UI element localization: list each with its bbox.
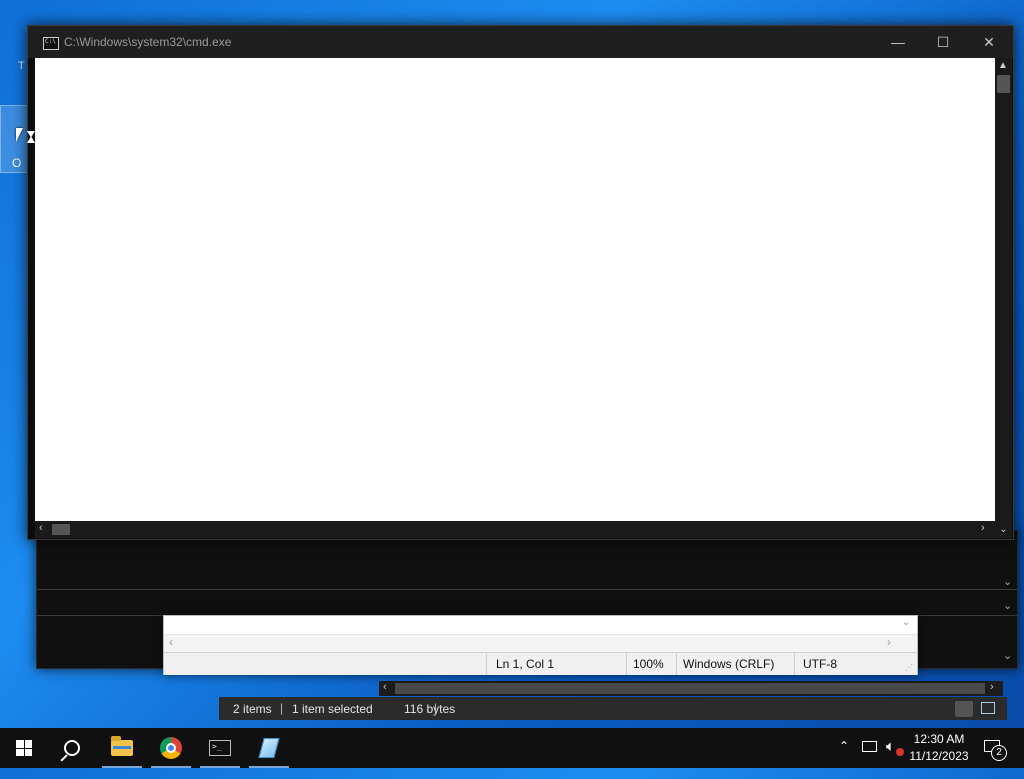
notepad-icon: [258, 738, 280, 758]
notepad-status-bar: Ln 1, Col 1 100% Windows (CRLF) UTF-8 ⋰: [164, 652, 917, 675]
close-button[interactable]: ✕: [966, 26, 1012, 58]
scrollbar-thumb[interactable]: [52, 524, 70, 535]
chrome-icon: [160, 737, 182, 759]
scroll-right-icon[interactable]: ›: [990, 681, 994, 693]
notification-count-badge: 2: [991, 745, 1007, 761]
show-hidden-icons-chevron-icon[interactable]: ⌃: [839, 739, 849, 779]
window-title: C:\Windows\system32\cmd.exe: [64, 35, 232, 49]
clock-time: 12:30 AM: [913, 732, 965, 746]
scroll-left-icon[interactable]: ‹: [383, 681, 387, 693]
selected-size: 116 bytes: [404, 702, 456, 716]
scroll-down-icon[interactable]: ⌄: [995, 521, 1012, 538]
folder-icon: [111, 736, 133, 756]
resize-grip-icon[interactable]: ⋰: [905, 663, 913, 672]
scrollbar-thumb[interactable]: [997, 75, 1010, 93]
status-separator: [676, 653, 677, 675]
chevron-down-icon[interactable]: ⌄: [1003, 649, 1012, 662]
console-icon: [43, 37, 59, 50]
system-clock[interactable]: 12:30 AM 11/12/2023: [906, 731, 972, 765]
action-center-button[interactable]: 2: [982, 736, 1007, 761]
desktop-icon-label: O: [12, 156, 22, 170]
maximize-button[interactable]: ☐: [920, 26, 966, 58]
explorer-divider: [37, 589, 1017, 590]
status-separator: [626, 653, 627, 675]
explorer-horizontal-scrollbar[interactable]: ‹ ›: [379, 681, 1003, 696]
command-prompt-icon: [209, 740, 231, 756]
windows-logo-icon: [16, 740, 32, 756]
taskbar-chrome[interactable]: [147, 728, 195, 768]
taskbar-notepad[interactable]: [245, 728, 293, 768]
console-output-area[interactable]: [35, 58, 995, 521]
vertical-scrollbar[interactable]: ▲: [995, 58, 1012, 521]
cmd-window: C:\Windows\system32\cmd.exe — ☐ ✕ ▲ ‹ › …: [27, 25, 1014, 540]
encoding: UTF-8: [803, 657, 837, 671]
chevron-down-icon[interactable]: ⌄: [1003, 599, 1012, 612]
start-button[interactable]: [0, 728, 48, 768]
desktop-icon-label-top: T: [18, 60, 25, 72]
taskbar-file-explorer[interactable]: [98, 728, 146, 768]
scroll-left-icon[interactable]: ‹: [39, 522, 43, 534]
zoom-level: 100%: [633, 657, 664, 671]
status-separator: |: [280, 701, 284, 715]
scroll-up-icon[interactable]: ▲: [998, 60, 1008, 71]
explorer-status-bar: 2 items | 1 item selected 116 bytes |: [219, 697, 1007, 720]
scroll-right-icon[interactable]: ›: [981, 522, 985, 534]
mouse-cursor-icon: [16, 128, 23, 142]
notepad-window: ⌄ ‹ › Ln 1, Col 1 100% Windows (CRLF) UT…: [163, 615, 918, 675]
cursor-position: Ln 1, Col 1: [496, 657, 555, 671]
notepad-horizontal-scrollbar[interactable]: ‹ ›: [164, 634, 917, 651]
status-separator: [486, 653, 487, 675]
details-view-icon[interactable]: [955, 701, 973, 717]
taskbar: ⌃ 🔈︎ 12:30 AM 11/12/2023 2: [0, 728, 1024, 768]
network-icon[interactable]: [862, 741, 877, 752]
status-separator: |: [434, 701, 438, 715]
notepad-text-area[interactable]: ⌄: [164, 616, 917, 634]
volume-muted-icon[interactable]: 🔈︎: [886, 738, 895, 778]
scroll-right-icon[interactable]: ›: [887, 635, 891, 649]
selected-count: 1 item selected: [292, 702, 373, 716]
chevron-down-icon[interactable]: ⌄: [1003, 575, 1012, 588]
muted-badge-icon: [896, 748, 904, 756]
search-icon: [64, 740, 80, 756]
large-icons-view-icon[interactable]: [981, 702, 995, 714]
taskbar-command-prompt[interactable]: [196, 728, 244, 768]
scroll-left-icon[interactable]: ‹: [169, 635, 173, 649]
chevron-down-icon[interactable]: ⌄: [902, 617, 910, 628]
horizontal-scrollbar[interactable]: ‹ ›: [35, 521, 995, 538]
line-ending: Windows (CRLF): [683, 657, 775, 671]
item-count: 2 items: [233, 702, 272, 716]
status-separator: [794, 653, 795, 675]
title-bar[interactable]: C:\Windows\system32\cmd.exe — ☐ ✕: [28, 26, 1013, 58]
minimize-button[interactable]: —: [875, 26, 921, 58]
search-button[interactable]: [48, 728, 96, 768]
clock-date: 11/12/2023: [909, 749, 969, 763]
scrollbar-thumb[interactable]: [395, 683, 985, 694]
